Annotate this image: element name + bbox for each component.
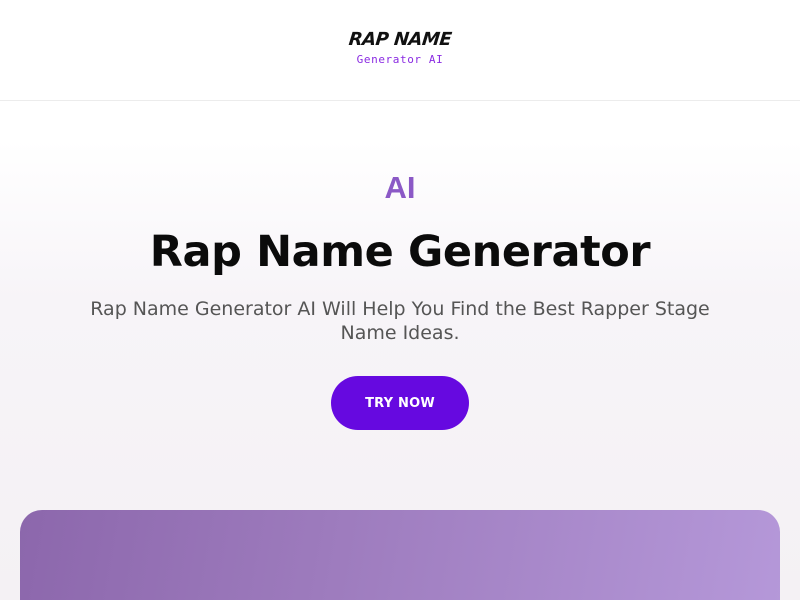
page: RAP NAME Generator AI AI Rap Name Genera…: [0, 0, 800, 600]
hero-eyebrow: AI: [384, 170, 416, 205]
showcase-card: [20, 510, 780, 600]
site-header: RAP NAME Generator AI: [0, 0, 800, 101]
try-now-button[interactable]: TRY NOW: [331, 376, 469, 430]
site-logo[interactable]: RAP NAME Generator AI: [340, 28, 460, 72]
logo-tagline: Generator AI: [356, 53, 444, 66]
hero-section: AI Rap Name Generator Rap Name Generator…: [0, 102, 800, 502]
hero-title: Rap Name Generator: [149, 227, 651, 277]
logo-wordmark: RAP NAME: [347, 29, 453, 50]
hero-subtitle: Rap Name Generator AI Will Help You Find…: [90, 298, 710, 344]
